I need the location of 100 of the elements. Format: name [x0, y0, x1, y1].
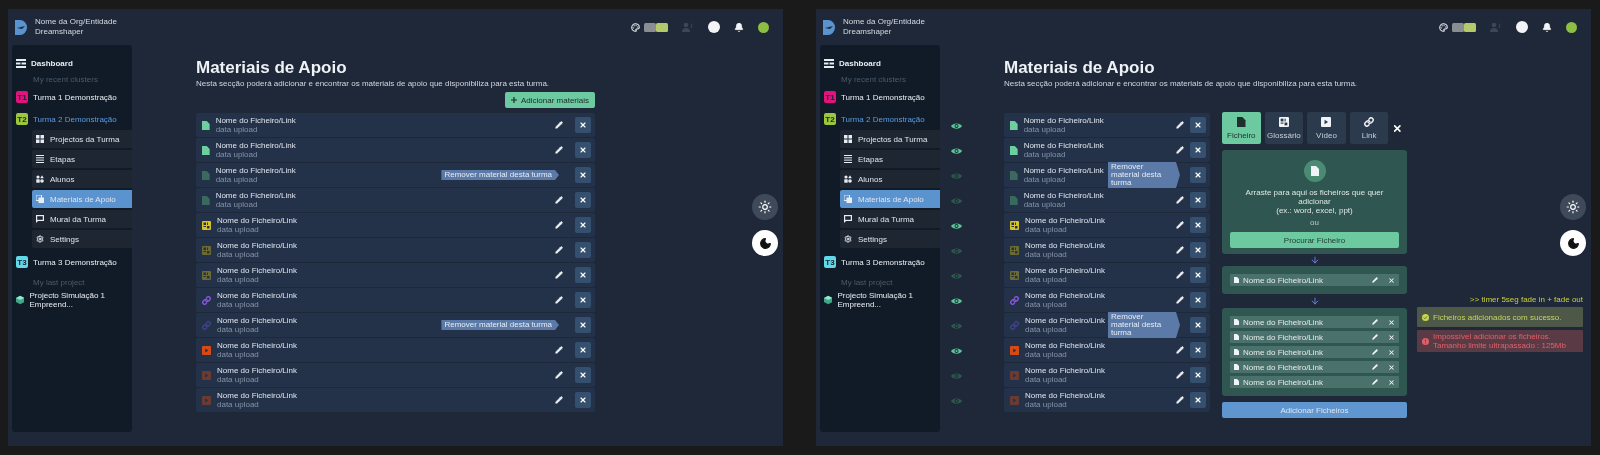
edit-icon[interactable]	[555, 271, 563, 279]
sidebar-subitem[interactable]: Projectos da Turma	[840, 130, 940, 148]
remove-button[interactable]	[575, 117, 591, 133]
edit-icon[interactable]	[1176, 346, 1184, 354]
status-avatar[interactable]	[1566, 21, 1577, 33]
theme-toggle[interactable]	[1452, 22, 1476, 32]
close-icon[interactable]	[1392, 122, 1403, 134]
material-row[interactable]: Nome do Ficheiro/Link data upload	[196, 363, 595, 387]
bell-icon[interactable]	[734, 21, 744, 33]
edit-icon[interactable]	[555, 346, 563, 354]
eye-icon[interactable]	[950, 221, 962, 230]
sidebar-subitem[interactable]: Projectos da Turma	[32, 130, 132, 148]
user-avatar[interactable]	[1516, 21, 1528, 33]
sidebar-subitem[interactable]: Settings	[840, 230, 940, 248]
sidebar-subitem[interactable]: Etapas	[32, 150, 132, 168]
material-row[interactable]: Nome do Ficheiro/Link data upload	[196, 113, 595, 137]
edit-icon[interactable]	[1176, 146, 1184, 154]
theme-toggle[interactable]	[644, 22, 668, 32]
remove-button[interactable]	[575, 167, 591, 183]
eye-icon[interactable]	[950, 296, 962, 305]
sidebar-subitem[interactable]: Settings	[32, 230, 132, 248]
remove-icon[interactable]	[1388, 318, 1395, 326]
remove-button[interactable]	[575, 392, 591, 408]
sidebar-item[interactable]: Dashboard	[839, 58, 881, 68]
remove-button[interactable]	[575, 292, 591, 308]
edit-icon[interactable]	[1176, 396, 1184, 404]
remove-button[interactable]	[575, 267, 591, 283]
eye-icon[interactable]	[950, 346, 962, 355]
palette-icon[interactable]	[631, 22, 640, 32]
material-row[interactable]: Nome do Ficheiro/Link data upload	[1004, 138, 1210, 162]
edit-icon[interactable]	[1176, 196, 1184, 204]
light-mode-button[interactable]	[1560, 194, 1586, 220]
sidebar-subitem[interactable]: Mural da Turma	[840, 210, 940, 228]
sidebar-subitem[interactable]: Etapas	[840, 150, 940, 168]
drop-zone[interactable]: Arraste para aqui os ficheiros que quer adicionar (ex.: word, excel, ppt) ou Procurar Ficheiro	[1222, 150, 1407, 254]
material-row[interactable]: Nome do Ficheiro/Link data upload	[1004, 288, 1210, 312]
remove-button[interactable]	[1190, 242, 1206, 258]
sidebar-item[interactable]: Turma 3 Demonstração	[841, 257, 925, 267]
remove-icon[interactable]	[1388, 348, 1395, 356]
light-mode-button[interactable]	[752, 194, 778, 220]
material-row[interactable]: Nome do Ficheiro/Link data upload Remover material desta turma	[196, 313, 595, 337]
edit-icon[interactable]	[555, 396, 563, 404]
dark-mode-button[interactable]	[1560, 230, 1586, 256]
edit-icon[interactable]	[555, 371, 563, 379]
material-row[interactable]: Nome do Ficheiro/Link data upload Remover material desta turma	[196, 163, 595, 187]
sidebar-item[interactable]: Turma 2 Demonstração	[841, 114, 925, 124]
remove-button[interactable]	[1190, 317, 1206, 333]
material-row[interactable]: Nome do Ficheiro/Link data upload	[1004, 213, 1210, 237]
remove-button[interactable]	[1190, 342, 1206, 358]
dark-mode-button[interactable]	[752, 230, 778, 256]
material-row[interactable]: Nome do Ficheiro/Link data upload	[196, 288, 595, 312]
upload-tab[interactable]: Ficheiro	[1222, 112, 1261, 144]
remove-button[interactable]	[1190, 292, 1206, 308]
edit-icon[interactable]	[555, 246, 563, 254]
sidebar-item[interactable]: Turma 3 Demonstração	[33, 257, 117, 267]
remove-icon[interactable]	[1388, 333, 1395, 341]
palette-icon[interactable]	[1439, 22, 1448, 32]
bell-icon[interactable]	[1542, 21, 1552, 33]
remove-button[interactable]	[575, 142, 591, 158]
remove-button[interactable]	[575, 367, 591, 383]
remove-button[interactable]	[1190, 367, 1206, 383]
eye-icon[interactable]	[950, 146, 962, 155]
remove-button[interactable]	[575, 342, 591, 358]
edit-icon[interactable]	[1176, 296, 1184, 304]
edit-icon[interactable]	[555, 296, 563, 304]
sidebar-item[interactable]: Turma 1 Demonstração	[841, 92, 925, 102]
edit-icon[interactable]	[1176, 371, 1184, 379]
add-materials-button[interactable]: Adicionar materiais	[504, 92, 595, 108]
edit-icon[interactable]	[1176, 221, 1184, 229]
material-row[interactable]: Nome do Ficheiro/Link data upload	[1004, 338, 1210, 362]
sidebar-subitem[interactable]: Mural da Turma	[32, 210, 132, 228]
material-row[interactable]: Nome do Ficheiro/Link data upload	[1004, 263, 1210, 287]
edit-icon[interactable]	[555, 146, 563, 154]
sidebar-subitem[interactable]: Alunos	[840, 170, 940, 188]
remove-button[interactable]	[1190, 392, 1206, 408]
sidebar-item[interactable]: Turma 1 Demonstração	[33, 92, 117, 102]
remove-button[interactable]	[575, 192, 591, 208]
upload-tab[interactable]: Link	[1349, 112, 1389, 144]
material-row[interactable]: Nome do Ficheiro/Link data upload	[196, 263, 595, 287]
remove-button[interactable]	[1190, 267, 1206, 283]
upload-tab[interactable]: Vídeo	[1307, 112, 1346, 144]
material-row[interactable]: Nome do Ficheiro/Link data upload	[196, 138, 595, 162]
edit-icon[interactable]	[1176, 271, 1184, 279]
material-row[interactable]: Nome do Ficheiro/Link data upload	[196, 388, 595, 412]
material-row[interactable]: Nome do Ficheiro/Link data upload	[196, 213, 595, 237]
sidebar-item[interactable]: Dashboard	[31, 58, 73, 68]
material-row[interactable]: Nome do Ficheiro/Link data upload	[1004, 363, 1210, 387]
sidebar-item[interactable]: Projecto Simulação 1 Empreend...	[837, 291, 940, 309]
sidebar-subitem[interactable]: Alunos	[32, 170, 132, 188]
edit-icon[interactable]	[555, 121, 563, 129]
remove-button[interactable]	[1190, 192, 1206, 208]
remove-icon[interactable]	[1388, 363, 1395, 371]
remove-icon[interactable]	[1388, 378, 1395, 386]
sidebar-item[interactable]: Projecto Simulação 1 Empreend...	[29, 291, 132, 309]
eye-icon[interactable]	[950, 121, 962, 130]
edit-icon[interactable]	[1176, 246, 1184, 254]
material-row[interactable]: Nome do Ficheiro/Link data upload	[196, 338, 595, 362]
material-row[interactable]: Nome do Ficheiro/Link data upload	[1004, 388, 1210, 412]
remove-button[interactable]	[575, 242, 591, 258]
remove-button[interactable]	[1190, 167, 1206, 183]
